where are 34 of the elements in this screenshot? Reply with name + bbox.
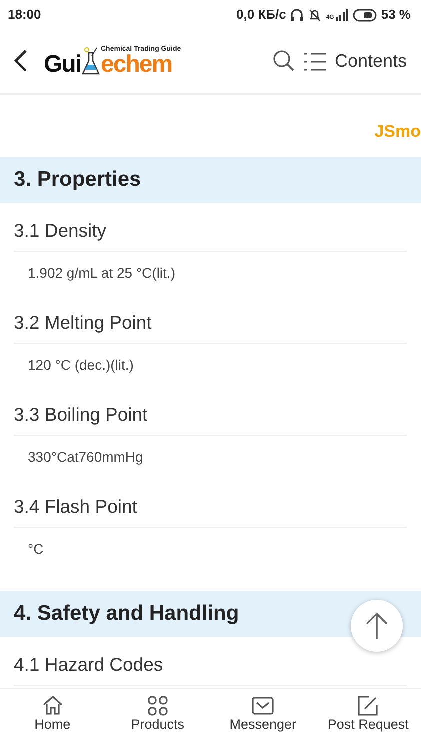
property-title: 3.1 Density: [14, 220, 107, 241]
nav-item[interactable]: Post Request: [316, 689, 421, 748]
property-value: 120 °C (dec.)(lit.): [28, 357, 134, 373]
back-button[interactable]: [14, 49, 28, 74]
muted-bell-icon: [308, 8, 322, 22]
section-heading: 4. Safety and Handling: [14, 601, 240, 628]
envelope-icon: [252, 695, 274, 717]
grid-icon: [146, 695, 169, 717]
battery-icon: [353, 8, 378, 22]
search-icon: [272, 50, 295, 72]
headphones-icon: [290, 8, 304, 22]
home-icon: [42, 695, 64, 717]
arrow-up-icon: [365, 612, 389, 640]
battery-percent: 53 %: [381, 6, 411, 24]
section-heading: 3. Properties: [14, 167, 142, 194]
contents-button[interactable]: Contents: [302, 48, 407, 75]
property-title: 3.2 Melting Point: [14, 312, 152, 333]
edit-icon: [357, 695, 380, 717]
property-value: °C: [28, 541, 44, 557]
network-speed: 0,0 КБ/с: [236, 6, 286, 24]
list-icon: [302, 52, 327, 72]
nav-item[interactable]: Messenger: [210, 689, 316, 748]
flask-icon: [81, 47, 101, 77]
property-value: 1.902 g/mL at 25 °C(lit.): [28, 265, 176, 281]
property-title: 3.4 Flash Point: [14, 496, 138, 517]
nav-item[interactable]: Products: [105, 689, 210, 748]
back-icon: [14, 49, 28, 74]
clock: 18:00: [8, 6, 42, 24]
property-title: 3.3 Boiling Point: [14, 404, 148, 425]
search-button[interactable]: [272, 50, 295, 74]
nav-item[interactable]: Home: [0, 689, 106, 748]
property-title: 4.1 Hazard Codes: [14, 654, 164, 675]
signal-icon: [335, 9, 350, 21]
property-value: 330°Cat760mmHg: [28, 449, 144, 465]
